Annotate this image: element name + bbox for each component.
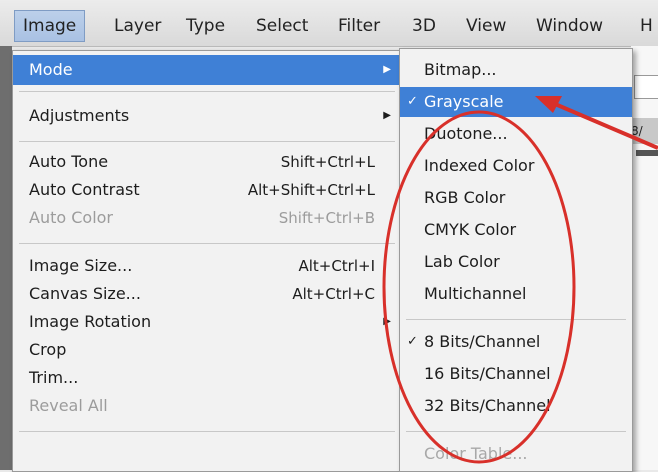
menu-item-label: Auto Contrast xyxy=(29,180,140,199)
menu-item-adjustments[interactable]: Adjustments ▶ xyxy=(13,101,401,131)
checkmark-icon: ✓ xyxy=(407,334,418,349)
menu-item-label: Grayscale xyxy=(424,92,504,111)
menu-separator xyxy=(19,431,395,432)
shortcut-label: Alt+Shift+Ctrl+L xyxy=(247,181,375,199)
menu-item-crop[interactable]: Crop xyxy=(13,335,401,365)
shortcut-label: Alt+Ctrl+C xyxy=(292,285,375,303)
menu-item-image-rotation[interactable]: Image Rotation ▶ xyxy=(13,307,401,337)
menu-item-reveal-all: Reveal All xyxy=(13,391,401,421)
menu-item-label: Canvas Size... xyxy=(29,284,141,303)
menu-item-label: Indexed Color xyxy=(424,156,535,175)
menu-separator xyxy=(406,431,626,432)
document-tab[interactable]: 8/ xyxy=(631,118,658,144)
menu-window[interactable]: Window xyxy=(536,12,603,40)
menu-filter[interactable]: Filter xyxy=(338,12,380,40)
menu-item-label: 8 Bits/Channel xyxy=(424,332,541,351)
menu-separator xyxy=(19,91,395,92)
menu-item-mode[interactable]: Mode ▶ xyxy=(13,55,401,85)
menu-item-8-bits[interactable]: ✓ 8 Bits/Channel xyxy=(400,327,632,357)
menu-item-label: CMYK Color xyxy=(424,220,517,239)
menu-item-bitmap[interactable]: Bitmap... xyxy=(400,55,632,85)
shortcut-label: Alt+Ctrl+I xyxy=(298,257,375,275)
shortcut-label: Shift+Ctrl+L xyxy=(280,153,375,171)
menu-item-canvas-size[interactable]: Canvas Size... Alt+Ctrl+C xyxy=(13,279,401,309)
menu-item-auto-contrast[interactable]: Auto Contrast Alt+Shift+Ctrl+L xyxy=(13,175,401,205)
menu-item-auto-color: Auto Color Shift+Ctrl+B xyxy=(13,203,401,233)
menu-item-rgb-color[interactable]: RGB Color xyxy=(400,183,632,213)
checkmark-icon: ✓ xyxy=(407,94,418,109)
menu-item-label: RGB Color xyxy=(424,188,506,207)
menu-item-label: Auto Tone xyxy=(29,152,109,171)
menu-select[interactable]: Select xyxy=(256,12,308,40)
menu-image[interactable]: Image xyxy=(14,10,86,42)
submenu-arrow-icon: ▶ xyxy=(383,64,391,75)
menu-view[interactable]: View xyxy=(466,12,506,40)
menu-item-label: Crop xyxy=(29,340,67,359)
menu-item-label: 32 Bits/Channel xyxy=(424,396,551,415)
document-ruler xyxy=(636,150,658,156)
menu-item-label: 16 Bits/Channel xyxy=(424,364,551,383)
menu-item-lab-color[interactable]: Lab Color xyxy=(400,247,632,277)
menu-item-label: Image Size... xyxy=(29,256,133,275)
menu-item-32-bits[interactable]: 32 Bits/Channel xyxy=(400,391,632,421)
menu-item-label: Trim... xyxy=(29,368,79,387)
menu-item-cmyk-color[interactable]: CMYK Color xyxy=(400,215,632,245)
menu-layer[interactable]: Layer xyxy=(114,12,161,40)
menu-item-color-table: Color Table... xyxy=(400,439,632,469)
options-bar-field[interactable] xyxy=(634,75,658,99)
menu-separator xyxy=(406,319,626,320)
mode-submenu: Bitmap... ✓ Grayscale Duotone... Indexed… xyxy=(399,48,633,472)
menu-item-label: Adjustments xyxy=(29,106,130,125)
menu-item-label: Bitmap... xyxy=(424,60,497,79)
menu-item-image-size[interactable]: Image Size... Alt+Ctrl+I xyxy=(13,251,401,281)
menu-item-auto-tone[interactable]: Auto Tone Shift+Ctrl+L xyxy=(13,147,401,177)
shortcut-label: Shift+Ctrl+B xyxy=(278,209,375,227)
menu-item-indexed-color[interactable]: Indexed Color xyxy=(400,151,632,181)
image-menu: Mode ▶ Adjustments ▶ Auto Tone Shift+Ctr… xyxy=(12,50,402,472)
submenu-arrow-icon: ▶ xyxy=(383,110,391,121)
menu-separator xyxy=(19,243,395,244)
document-area xyxy=(631,46,658,470)
menu-item-trim[interactable]: Trim... xyxy=(13,363,401,393)
menu-bar: Image Layer Type Select Filter 3D View W… xyxy=(0,0,658,47)
menu-item-duotone[interactable]: Duotone... xyxy=(400,119,632,149)
menu-item-16-bits[interactable]: 16 Bits/Channel xyxy=(400,359,632,389)
menu-3d[interactable]: 3D xyxy=(412,12,436,40)
menu-item-label: Color Table... xyxy=(424,444,528,463)
submenu-arrow-icon: ▶ xyxy=(383,316,391,327)
menu-item-label: Reveal All xyxy=(29,396,108,415)
menu-item-label: Lab Color xyxy=(424,252,500,271)
menu-item-label: Mode xyxy=(29,60,73,79)
menu-item-label: Multichannel xyxy=(424,284,527,303)
menu-item-multichannel[interactable]: Multichannel xyxy=(400,279,632,309)
menu-separator xyxy=(19,141,395,142)
menu-item-label: Auto Color xyxy=(29,208,114,227)
menu-item-grayscale[interactable]: ✓ Grayscale xyxy=(400,87,632,117)
workspace-left-edge xyxy=(0,46,12,470)
menu-item-label: Image Rotation xyxy=(29,312,152,331)
menu-type[interactable]: Type xyxy=(186,12,225,40)
menu-help[interactable]: H xyxy=(640,12,653,40)
menu-item-label: Duotone... xyxy=(424,124,508,143)
